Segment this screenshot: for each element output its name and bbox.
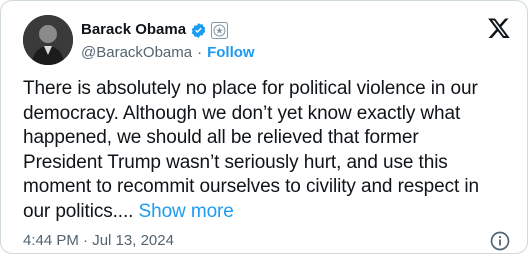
- x-logo-icon[interactable]: [487, 16, 511, 40]
- avatar[interactable]: [23, 15, 73, 65]
- meta-separator: ·: [83, 232, 89, 249]
- separator-dot: ·: [197, 44, 203, 61]
- follow-button[interactable]: Follow: [207, 43, 255, 63]
- tweet-line: democracy. Although we don’t yet know ex…: [23, 102, 461, 124]
- tweet-line: There is absolutely no place for politic…: [23, 78, 478, 99]
- tweet-text: There is absolutely no place for politic…: [23, 77, 523, 224]
- tweet-date: Jul 13, 2024: [92, 232, 174, 249]
- tweet-time: 4:44 PM: [23, 232, 79, 249]
- verified-badge-icon: [190, 22, 207, 39]
- handle-row: @BarackObama · Follow: [81, 43, 255, 63]
- us-government-seal-icon: [211, 21, 229, 39]
- display-name[interactable]: Barack Obama: [81, 20, 186, 40]
- tweet-line: President Trump wasn’t seriously hurt, a…: [23, 151, 448, 173]
- tweet-line-last: our politics.... Show more: [23, 200, 523, 225]
- user-handle[interactable]: @BarackObama: [81, 43, 192, 63]
- show-more-link[interactable]: Show more: [139, 201, 234, 222]
- tweet-line: moment to recommit ourselves to civility…: [23, 176, 479, 197]
- name-row: Barack Obama: [81, 20, 229, 40]
- tweet-line: our politics....: [23, 200, 134, 222]
- tweet-card: Barack Obama @BarackObama · Follow There…: [0, 0, 528, 254]
- tweet-line: happened, we should all be relieved that…: [23, 127, 419, 148]
- avatar-image: [23, 15, 73, 65]
- info-icon[interactable]: [489, 230, 511, 252]
- tweet-meta[interactable]: 4:44 PM · Jul 13, 2024: [23, 231, 174, 251]
